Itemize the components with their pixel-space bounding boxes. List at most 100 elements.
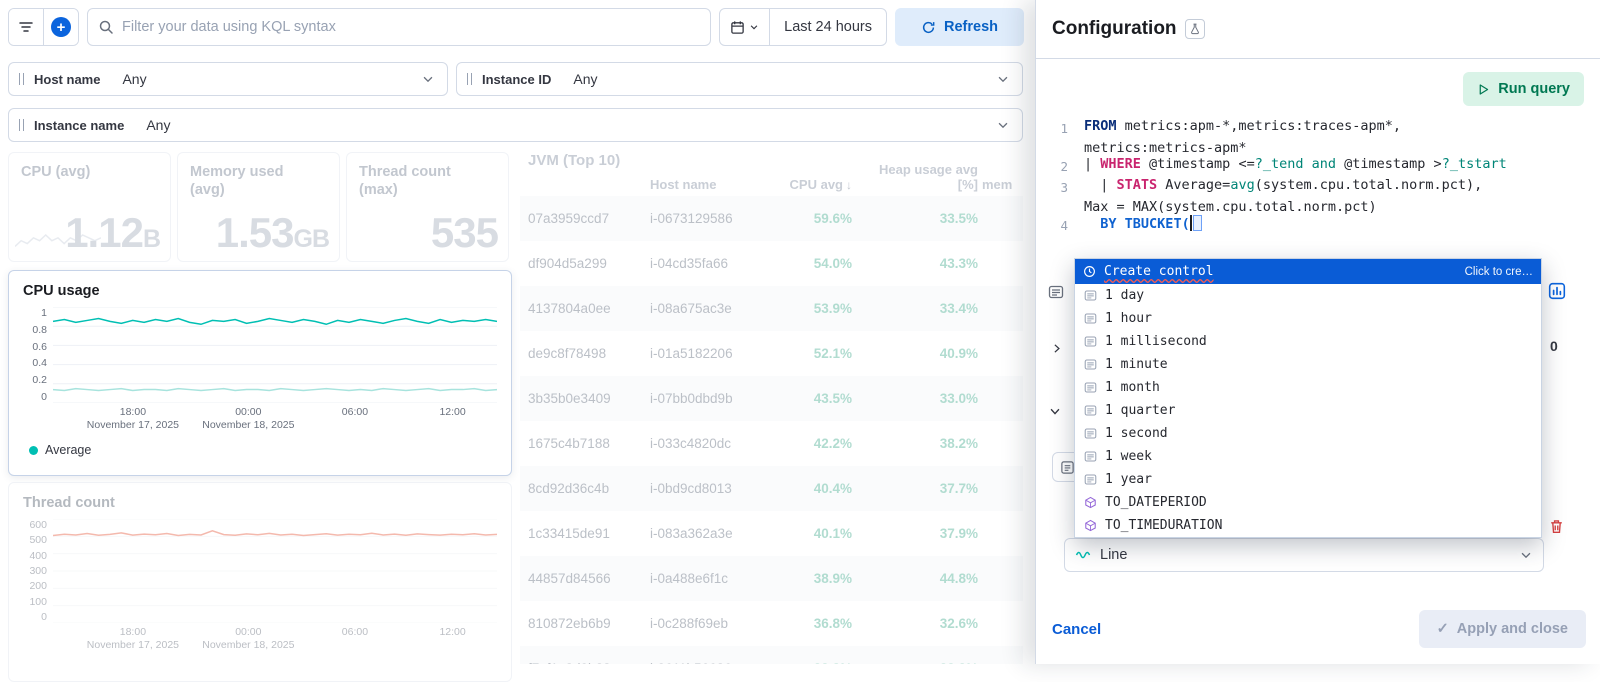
calendar-dropdown-button[interactable] <box>720 9 769 45</box>
suggestion-item[interactable]: 1 year <box>1075 468 1541 491</box>
control-instance-id[interactable]: Instance ID Any <box>456 62 1023 96</box>
table-row: 1c33415de91 i-083a362a3e 40.1% 37.9% <box>528 526 978 541</box>
suggestion-item[interactable]: 1 month <box>1075 376 1541 399</box>
drag-handle-icon <box>19 73 24 85</box>
panel-title: Thread count <box>23 495 115 511</box>
search-icon <box>98 19 114 35</box>
kql-search-input[interactable] <box>122 19 701 35</box>
drag-handle-icon <box>19 119 24 131</box>
cancel-button[interactable]: Cancel <box>1052 621 1101 638</box>
control-value: Any <box>146 117 171 133</box>
column-mem[interactable]: mem <box>982 177 1015 192</box>
column-cpu-avg[interactable]: CPU avg ↓ <box>766 177 852 192</box>
suggestion-item[interactable]: 1 minute <box>1075 353 1541 376</box>
check-icon: ✓ <box>1436 621 1449 637</box>
suggestion-item[interactable]: 1 week <box>1075 445 1541 468</box>
section-collapse-chevron-icon[interactable] <box>1048 404 1062 418</box>
apply-and-close-button[interactable]: ✓ Apply and close <box>1418 610 1586 648</box>
section-expand-chevron-icon[interactable] <box>1050 342 1063 355</box>
table-row: 44857d84566 i-0a488e6f1c 38.9% 44.8% <box>520 556 1023 601</box>
chart-legend[interactable]: Average <box>29 443 497 457</box>
refresh-button[interactable]: Refresh <box>895 8 1024 46</box>
suggestion-create-control[interactable]: Create control Click to cre… <box>1075 259 1541 284</box>
function-icon <box>1084 496 1098 509</box>
metric-value: 1.12B <box>65 209 161 256</box>
panel-title: CPU usage <box>23 283 100 299</box>
control-instance-name[interactable]: Instance name Any <box>8 108 1023 142</box>
field-icon <box>1084 450 1098 463</box>
legend-dot-icon <box>29 445 38 455</box>
suggestion-item[interactable]: TO_DATEPERIOD <box>1075 491 1541 514</box>
jvm-table-rows: 07a3959ccd7 i-0673129586 59.6% 33.5% df904d5… <box>520 196 1023 664</box>
esql-editor[interactable]: 1 FROM metrics:apm-*,metrics:traces-apm*,… <box>1050 118 1592 236</box>
run-query-button[interactable]: Run query <box>1463 72 1584 106</box>
field-icon <box>1084 289 1098 302</box>
field-icon <box>1084 381 1098 394</box>
filter-lines-icon <box>18 19 34 35</box>
date-picker-group: Last 24 hours <box>719 8 887 46</box>
control-host-name[interactable]: Host name Any <box>8 62 448 96</box>
table-row: 8cd92d36c4b i-0bd9cd8013 40.4% 37.7% <box>520 466 1023 511</box>
suggestion-list: 1 day 1 hour 1 millisecond 1 minute 1 month 1… <box>1075 284 1541 537</box>
add-filter-button[interactable] <box>9 9 43 45</box>
table-row: 4137804a0ee i-08a675ac3e 53.9% 33.4% <box>520 286 1023 331</box>
calendar-icon <box>730 20 745 35</box>
chevron-down-icon <box>749 22 759 32</box>
metric-title: Thread count (max) <box>359 164 451 199</box>
field-icon <box>1084 427 1098 440</box>
table-row: f7ef1e8d9b28i-0611b5662633.8%33.3% <box>520 646 1023 664</box>
thread-count-panel: Thread count 600 500 400 300 200 100 0 18:00 No… <box>8 482 512 682</box>
suggestion-item[interactable]: 1 day <box>1075 284 1541 307</box>
field-icon <box>1084 404 1098 417</box>
flyout-header: Configuration <box>1052 18 1205 40</box>
metric-title: CPU (avg) <box>21 164 91 180</box>
chevron-down-icon <box>1519 548 1533 562</box>
y-axis-labels: 600 500 400 300 200 100 0 <box>29 519 47 623</box>
top-toolbar: + Last 24 hours Ref <box>8 8 1024 46</box>
editor-docs-icon[interactable] <box>1048 284 1064 300</box>
trash-icon[interactable] <box>1548 518 1565 535</box>
chart-settings-icon[interactable] <box>1548 282 1566 300</box>
truncated-value: 0 <box>1550 338 1558 354</box>
x-axis-labels: 18:00 November 17, 2025 00:00 November 18, … <box>86 626 466 652</box>
column-host-name[interactable]: Host name <box>650 177 762 192</box>
filter-button-group: + <box>8 8 79 46</box>
time-range-button[interactable]: Last 24 hours <box>770 19 886 35</box>
metric-value: 535 <box>430 209 499 256</box>
suggestion-item[interactable]: 1 hour <box>1075 307 1541 330</box>
suggestion-item[interactable]: 1 quarter <box>1075 399 1541 422</box>
tech-preview-badge[interactable] <box>1184 19 1205 39</box>
control-label: Instance ID <box>482 71 552 87</box>
field-icon <box>1084 312 1098 325</box>
field-icon <box>1084 473 1098 486</box>
table-row: 07a3959ccd7 i-0673129586 59.6% 33.5% <box>520 196 1023 241</box>
function-icon <box>1084 519 1098 532</box>
control-label: Host name <box>34 71 101 87</box>
play-icon <box>1477 83 1490 96</box>
table-row: de9c8f78498 i-01a5182206 52.1% 40.9% <box>528 346 978 361</box>
x-axis-labels: 18:00 November 17, 2025 00:00 November 18, … <box>86 406 466 432</box>
clock-icon <box>1083 265 1097 278</box>
chart-plot-area <box>53 307 497 403</box>
suggestion-item[interactable]: TO_TIMEDURATION <box>1075 514 1541 537</box>
suggestion-item[interactable]: 1 millisecond <box>1075 330 1541 353</box>
chart-type-select[interactable]: Line <box>1064 538 1544 572</box>
metric-card-memory-used: Memory used (avg) 1.53GB <box>177 152 340 262</box>
jvm-table-panel: JVM (Top 10) Host name CPU avg ↓ Heap usa… <box>520 152 1023 664</box>
control-value: Any <box>122 71 147 87</box>
metric-value: 1.53GB <box>215 209 330 256</box>
suggestion-item[interactable]: 1 second <box>1075 422 1541 445</box>
flyout-divider <box>1036 58 1600 59</box>
add-panel-button[interactable]: + <box>44 9 78 45</box>
cpu-usage-chart: 1 0.8 0.6 0.4 0.2 0 <box>23 307 497 403</box>
flyout-title: Configuration <box>1052 18 1177 39</box>
field-icon <box>1084 358 1098 371</box>
column-heap-usage[interactable]: Heap usage avg [%] <box>856 162 978 192</box>
table-row: 3b35b0e3409 i-07bb0dbd9b 43.5% 33.0% <box>520 376 1023 421</box>
beaker-icon <box>1189 23 1201 35</box>
metric-title: Memory used (avg) <box>190 164 284 199</box>
chevron-down-icon <box>421 72 435 86</box>
control-value: Any <box>573 71 598 87</box>
dashboard-main: + Last 24 hours Ref <box>0 0 1035 682</box>
refresh-icon <box>921 20 936 35</box>
